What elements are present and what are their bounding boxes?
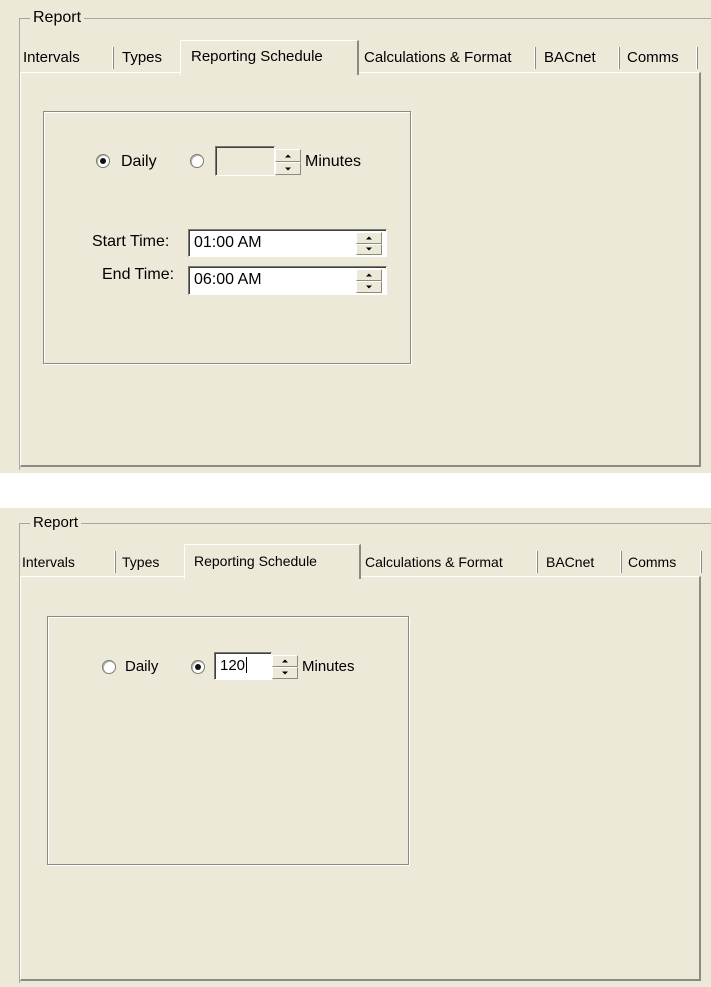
spin-up-icon[interactable] — [356, 269, 382, 281]
group-label-report: Report — [30, 514, 82, 532]
daily-label[interactable]: Daily — [125, 658, 158, 676]
spin-up-icon[interactable] — [356, 232, 382, 244]
group-label-report: Report — [30, 9, 85, 27]
tab-comms-label: Comms — [628, 554, 677, 570]
start-time-label: Start Time: — [92, 233, 170, 250]
tab-types-label: Types — [122, 49, 163, 66]
tab-separator — [696, 47, 698, 69]
tab-bacnet-label: BACnet — [546, 554, 595, 570]
tab-calculations-format[interactable]: Calculations & Format — [358, 44, 536, 72]
tab-reporting-schedule[interactable]: Reporting Schedule — [180, 40, 359, 75]
spin-down-icon[interactable] — [275, 162, 301, 175]
minutes-label: Minutes — [302, 658, 355, 675]
radio-daily[interactable] — [96, 154, 110, 168]
tab-intervals[interactable]: Intervals — [20, 44, 114, 72]
tab-bacnet-label: BACnet — [544, 49, 596, 66]
minutes-value: 120 — [220, 657, 246, 674]
tab-reporting-schedule-label: Reporting Schedule — [194, 553, 317, 569]
tab-intervals[interactable]: Intervals — [20, 548, 116, 576]
tab-calculations-format-label: Calculations & Format — [364, 49, 512, 66]
tab-intervals-label: Intervals — [22, 554, 75, 570]
spin-down-icon[interactable] — [356, 243, 382, 255]
radio-minutes[interactable] — [191, 660, 205, 674]
end-time-label: End Time: — [102, 266, 175, 283]
daily-label[interactable]: Daily — [121, 153, 157, 171]
tab-types-label: Types — [122, 554, 160, 570]
tab-intervals-label: Intervals — [23, 49, 80, 66]
tab-comms[interactable]: Comms — [622, 548, 702, 576]
radio-minutes[interactable] — [190, 154, 204, 168]
end-time-value: 06:00 AM — [194, 271, 262, 288]
spin-down-icon[interactable] — [356, 281, 382, 293]
tab-bacnet[interactable]: BACnet — [538, 548, 622, 576]
group-border-top — [19, 523, 711, 524]
text-caret — [246, 657, 248, 673]
tab-comms-label: Comms — [627, 49, 679, 66]
spin-down-icon[interactable] — [272, 667, 298, 679]
tab-comms[interactable]: Comms — [620, 44, 698, 72]
tab-bacnet[interactable]: BACnet — [536, 44, 620, 72]
group-border-top — [19, 18, 711, 19]
tab-separator — [700, 551, 702, 573]
minutes-label: Minutes — [305, 153, 362, 170]
start-time-value: 01:00 AM — [194, 234, 262, 251]
tab-reporting-schedule-label: Reporting Schedule — [191, 48, 323, 65]
tab-types[interactable]: Types — [114, 44, 178, 72]
tab-calculations-format-label: Calculations & Format — [365, 554, 503, 570]
minutes-spinner[interactable] — [272, 655, 298, 679]
end-time-spinner[interactable] — [356, 269, 382, 293]
tab-reporting-schedule[interactable]: Reporting Schedule — [184, 544, 361, 579]
tab-calculations-format[interactable]: Calculations & Format — [360, 548, 538, 576]
radio-dot-icon — [100, 158, 106, 164]
radio-dot-icon — [195, 664, 201, 670]
spin-up-icon[interactable] — [275, 149, 301, 162]
minutes-input[interactable]: 120 — [214, 652, 272, 680]
tab-types[interactable]: Types — [116, 548, 182, 576]
minutes-input[interactable] — [215, 146, 275, 176]
start-time-spinner[interactable] — [356, 232, 382, 255]
radio-daily[interactable] — [102, 660, 116, 674]
minutes-spinner[interactable] — [275, 149, 301, 175]
spin-up-icon[interactable] — [272, 655, 298, 667]
